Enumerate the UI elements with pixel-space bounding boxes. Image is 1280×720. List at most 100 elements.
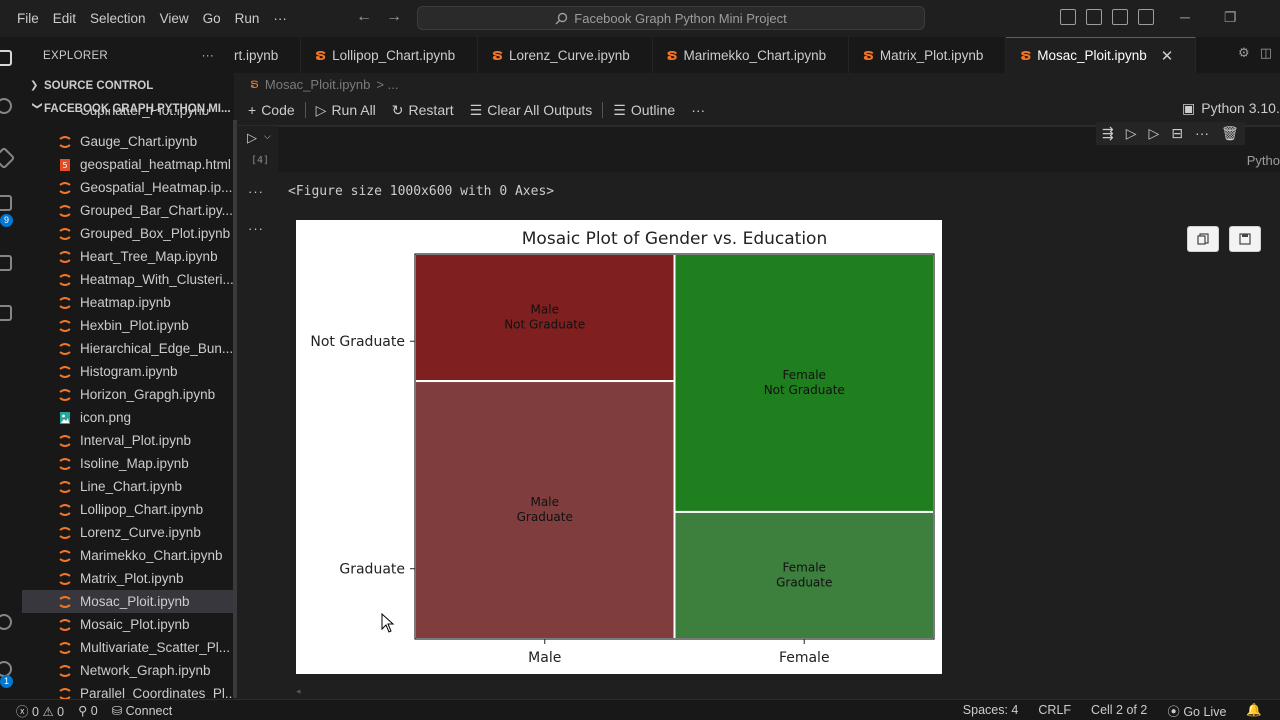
search-view-icon[interactable] [0, 98, 12, 114]
file-item[interactable]: Mosaic_Plot.ipynb [22, 613, 234, 636]
execute-cell-icon[interactable]: ▷ [1126, 125, 1137, 142]
copy-icon [1197, 233, 1209, 245]
tab-partial[interactable]: rt.ipynb [234, 37, 302, 73]
forward-arrow-icon[interactable]: → [386, 8, 402, 26]
add-code-button[interactable]: + Code [240, 102, 303, 118]
file-item[interactable]: Heatmap_With_Clusteri... [22, 268, 234, 291]
connect-label: Connect [125, 703, 173, 718]
explorer-more-button[interactable]: ··· [202, 50, 214, 62]
tab-lollipop-chart[interactable]: ຣ Lollipop_Chart.ipynb [301, 37, 479, 73]
run-all-button[interactable]: ▷ Run All [308, 102, 384, 119]
copy-output-button[interactable] [1187, 226, 1219, 252]
execute-above-icon[interactable]: ⇶ [1102, 125, 1114, 142]
menu-file[interactable]: File [10, 11, 46, 26]
split-editor-icon[interactable]: ◫ [1260, 45, 1272, 61]
file-item[interactable]: Marimekko_Chart.ipynb [22, 544, 234, 567]
cell-more-icon[interactable]: ··· [1195, 125, 1209, 142]
clear-outputs-button[interactable]: ☰ Clear All Outputs [462, 102, 601, 119]
file-item[interactable]: Grouped_Box_Plot.ipynb [22, 222, 234, 245]
sidebar-scrollbar[interactable] [233, 120, 237, 698]
minimize-icon[interactable]: ─ [1180, 9, 1190, 26]
notifications-bell-icon[interactable]: 🔔 [1246, 703, 1262, 718]
go-live-button[interactable]: ⦿ Go Live [1167, 701, 1226, 720]
settings-gear-icon[interactable]: ⚙ [1238, 45, 1250, 61]
run-debug-icon[interactable] [0, 195, 12, 211]
outline-button[interactable]: ☰ Outline [605, 102, 683, 119]
ports-indicator[interactable]: ⚲ 0 [78, 703, 98, 718]
kernel-picker[interactable]: ▣ Python 3.10. [1182, 100, 1280, 117]
menu-selection[interactable]: Selection [83, 11, 153, 26]
menu-view[interactable]: View [153, 11, 196, 26]
cell-status[interactable]: Cell 2 of 2 [1091, 703, 1147, 717]
extensions-icon[interactable] [0, 305, 12, 321]
customize-layout-icon[interactable] [1138, 9, 1154, 25]
output-scroll-arrow-icon[interactable]: ◂ [296, 686, 301, 697]
toolbar-more-button[interactable]: ··· [683, 102, 713, 118]
chevron-down-icon[interactable]: ⌵ [264, 131, 271, 142]
toggle-sidebar-icon[interactable] [1060, 9, 1076, 25]
file-item[interactable]: Line_Chart.ipynb [22, 475, 234, 498]
source-control-section[interactable]: ❯ SOURCE CONTROL [22, 74, 234, 97]
explorer-icon[interactable] [0, 50, 12, 66]
file-item[interactable]: Matrix_Plot.ipynb [22, 567, 234, 590]
file-name: Horizon_Grapgh.ipynb [80, 387, 216, 402]
file-item[interactable]: Interval_Plot.ipynb [22, 429, 234, 452]
run-cell-icon[interactable]: ▷ [247, 130, 257, 146]
file-item[interactable]: Heart_Tree_Map.ipynb [22, 245, 234, 268]
tab-marimekko-chart[interactable]: ຣ Marimekko_Chart.ipynb [653, 37, 850, 73]
file-item[interactable]: Horizon_Grapgh.ipynb [22, 383, 234, 406]
toggle-panel-icon[interactable] [1086, 9, 1102, 25]
breadcrumb-rest[interactable]: > ... [376, 77, 398, 92]
problems-indicator[interactable]: ⓧ 0 ⚠ 0 [16, 701, 64, 720]
menu-run[interactable]: Run [228, 11, 267, 26]
restore-icon[interactable]: ❐ [1224, 9, 1237, 26]
file-item[interactable]: Gauge_Chart.ipynb [22, 130, 234, 153]
source-control-icon[interactable] [0, 146, 16, 170]
cell-language[interactable]: Pytho [1247, 153, 1280, 168]
tab-mosac-ploit[interactable]: ຣ Mosac_Ploit.ipynb ✕ [1006, 37, 1197, 73]
output-more-icon[interactable]: ··· [248, 221, 264, 236]
file-item[interactable]: Heatmap.ipynb [22, 291, 234, 314]
execute-below-icon[interactable]: ▷ [1149, 125, 1160, 142]
connect-button[interactable]: ⛁ Connect [112, 703, 173, 718]
testing-icon[interactable] [0, 255, 12, 271]
jupyter-icon [58, 572, 72, 586]
output-more-icon[interactable]: ··· [248, 184, 264, 199]
jupyter-icon [58, 434, 72, 448]
file-item[interactable]: Geospatial_Heatmap.ip... [22, 176, 234, 199]
file-item[interactable]: Hierarchical_Edge_Bun... [22, 337, 234, 360]
eol-status[interactable]: CRLF [1038, 703, 1071, 717]
close-tab-icon[interactable]: ✕ [1161, 47, 1174, 65]
split-cell-icon[interactable]: ⊟ [1171, 125, 1183, 142]
file-item[interactable]: Isoline_Map.ipynb [22, 452, 234, 475]
save-output-button[interactable] [1229, 226, 1261, 252]
tab-matrix-plot[interactable]: ຣ Matrix_Plot.ipynb [849, 37, 1007, 73]
account-icon[interactable] [0, 614, 12, 630]
restart-button[interactable]: ↻ Restart [384, 102, 462, 119]
indentation-status[interactable]: Spaces: 4 [963, 703, 1019, 717]
file-item[interactable]: Hexbin_Plot.ipynb [22, 314, 234, 337]
add-code-label: Code [261, 102, 295, 118]
back-arrow-icon[interactable]: ← [356, 8, 372, 26]
menu-more[interactable]: ··· [266, 11, 294, 26]
jupyter-icon: ຣ [1020, 47, 1032, 63]
file-item[interactable]: Lorenz_Curve.ipynb [22, 521, 234, 544]
file-item[interactable]: 5 geospatial_heatmap.html [22, 153, 234, 176]
file-item[interactable]: Parallel_Coordinates_Pl... [22, 682, 234, 699]
jupyter-icon [58, 342, 72, 356]
menu-go[interactable]: Go [196, 11, 228, 26]
toggle-secondary-sidebar-icon[interactable] [1112, 9, 1128, 25]
command-center-search[interactable]: Facebook Graph Python Mini Project [417, 6, 925, 30]
breadcrumb-file[interactable]: Mosac_Ploit.ipynb [265, 77, 371, 92]
menu-edit[interactable]: Edit [46, 11, 83, 26]
file-item[interactable]: icon.png [22, 406, 234, 429]
execution-count: [4] [251, 155, 270, 166]
file-item[interactable]: Network_Graph.ipynb [22, 659, 234, 682]
delete-cell-icon[interactable]: 🗑 [1221, 125, 1239, 142]
tab-lorenz-curve[interactable]: ຣ Lorenz_Curve.ipynb [478, 37, 653, 73]
file-item[interactable]: Lollipop_Chart.ipynb [22, 498, 234, 521]
file-item[interactable]: Mosac_Ploit.ipynb [22, 590, 234, 613]
file-item[interactable]: Grouped_Bar_Chart.ipy... [22, 199, 234, 222]
file-item[interactable]: Multivariate_Scatter_Pl... [22, 636, 234, 659]
file-item[interactable]: Histogram.ipynb [22, 360, 234, 383]
